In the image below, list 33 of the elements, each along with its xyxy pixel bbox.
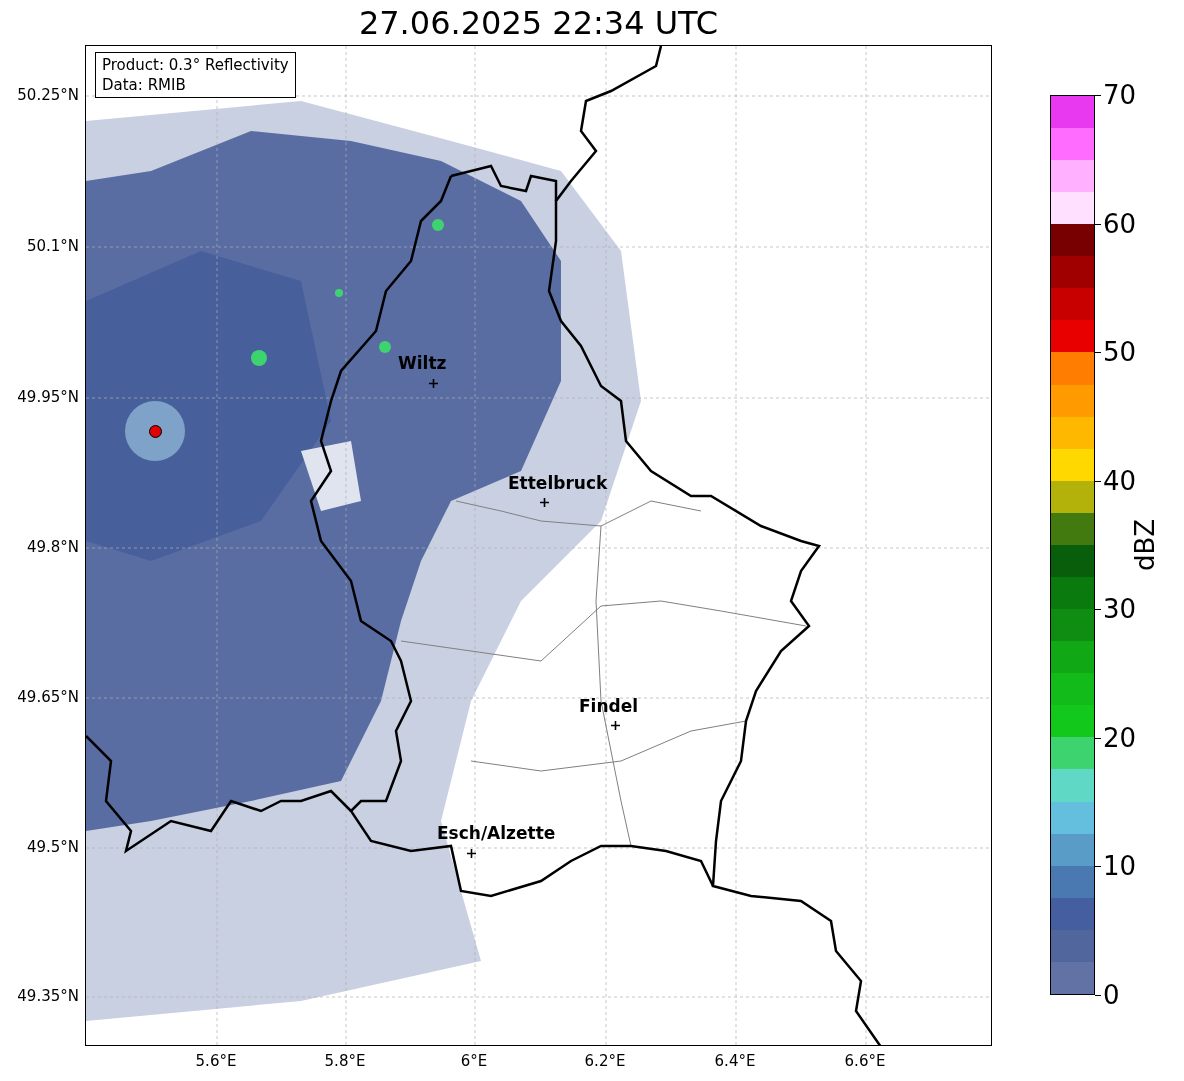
longitude-label: 6°E	[460, 1052, 488, 1070]
scale-tick-label: 20	[1103, 724, 1137, 751]
longitude-label: 5.8°E	[324, 1052, 366, 1070]
scale-unit-label: dBZ	[1130, 518, 1160, 572]
city-label: Esch/Alzette	[437, 823, 556, 843]
latitude-label: 49.65°N	[17, 688, 79, 706]
longitude-label: 6.2°E	[584, 1052, 626, 1070]
longitude-label: 5.6°E	[195, 1052, 237, 1070]
legend-text: Product: 0.3° Reflectivity	[102, 55, 289, 75]
scale-tick-label: 40	[1103, 467, 1137, 494]
legend-text: Data: RMIB	[102, 75, 187, 95]
city-label: Findel	[579, 696, 639, 716]
latitude-label: 49.8°N	[26, 538, 79, 556]
plus-icon	[611, 721, 620, 730]
scale-tick-label: 30	[1103, 596, 1137, 623]
scale-tick-label: 10	[1103, 853, 1137, 880]
latitude-label: 50.25°N	[17, 86, 79, 104]
latitude-label: 49.5°N	[26, 838, 79, 856]
scale-tick-label: 70	[1103, 82, 1137, 108]
scale-tick-label: 50	[1103, 339, 1137, 366]
latitude-label: 50.1°N	[26, 237, 79, 255]
plus-icon	[467, 849, 476, 858]
longitude-label: 6.6°E	[844, 1052, 886, 1070]
plus-icon	[540, 498, 549, 507]
city-label: Wiltz	[398, 353, 447, 373]
longitude-label: 6.4°E	[714, 1052, 756, 1070]
scale-tick-label: 0	[1103, 982, 1120, 1008]
chart-title: 27.06.2025 22:34 UTC	[358, 6, 719, 39]
city-label: Ettelbruck	[508, 473, 608, 493]
plus-icon	[429, 379, 438, 388]
scale-tick-label: 60	[1103, 210, 1137, 237]
latitude-label: 49.35°N	[17, 987, 79, 1005]
latitude-label: 49.95°N	[17, 388, 79, 406]
